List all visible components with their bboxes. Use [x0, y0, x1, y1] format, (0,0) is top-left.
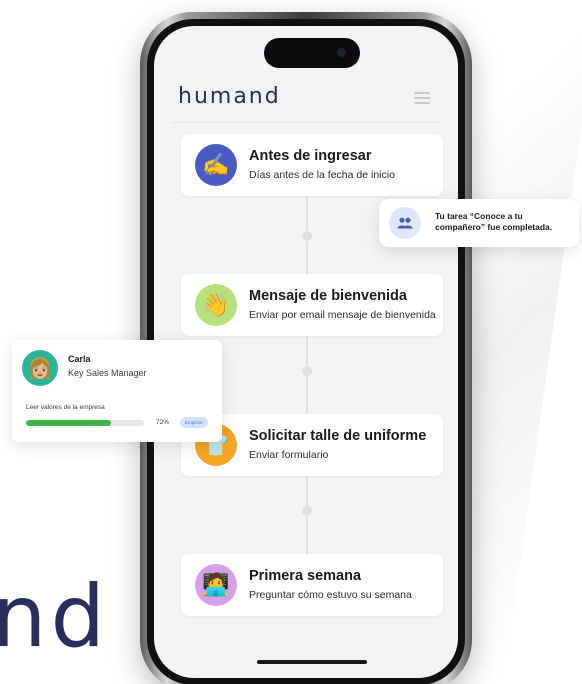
- progress-percent: 72%: [156, 419, 170, 426]
- task-completed-notification[interactable]: Tu tarea “Conoce a tu compañero” fue com…: [379, 199, 579, 247]
- task-label: Leer valores de la empresa: [26, 404, 105, 411]
- step-subtitle: Días antes de la fecha de inicio: [249, 169, 395, 181]
- step-card-mensaje-de-bienvenida[interactable]: 👋 Mensaje de bienvenida Enviar por email…: [181, 274, 443, 336]
- step-title: Primera semana: [249, 568, 362, 584]
- step-card-antes-de-ingresar[interactable]: ✍️ Antes de ingresar Días antes de la fe…: [181, 134, 443, 196]
- profile-name: Carla: [68, 354, 91, 364]
- progress-fill: [26, 420, 111, 426]
- avatar: 👩🏼: [22, 350, 58, 386]
- hamburger-icon[interactable]: [414, 92, 430, 107]
- header-divider: [172, 122, 440, 123]
- app-logo: humand: [178, 84, 281, 109]
- step-title: Solicitar talle de uniforme: [249, 428, 427, 444]
- waving-hand-icon: 👋: [195, 284, 237, 326]
- step-title: Antes de ingresar: [249, 148, 372, 164]
- step-card-primera-semana[interactable]: 🧑‍💻 Primera semana Preguntar cómo estuvo…: [181, 554, 443, 616]
- step-subtitle: Preguntar cómo estuvo su semana: [249, 589, 412, 601]
- employee-profile-card[interactable]: 👩🏼 Carla Key Sales Manager Leer valores …: [12, 340, 222, 442]
- task-progress-bar: [26, 420, 144, 426]
- timeline-dot: [302, 231, 312, 241]
- marketing-stage: humand ✍️ Antes de ingresar Días antes d…: [0, 0, 582, 684]
- writing-hand-icon: ✍️: [195, 144, 237, 186]
- step-subtitle: Enviar por email mensaje de bienvenida: [249, 309, 436, 321]
- person-laptop-icon: 🧑‍💻: [195, 564, 237, 606]
- home-indicator[interactable]: [257, 660, 367, 664]
- people-icon: [389, 207, 421, 239]
- brand-wordmark-fragment: nd: [0, 567, 110, 667]
- status-badge[interactable]: Empezar: [180, 417, 209, 428]
- dynamic-island: [264, 38, 360, 68]
- step-title: Mensaje de bienvenida: [249, 288, 407, 304]
- profile-role: Key Sales Manager: [68, 368, 147, 378]
- notification-text: Tu tarea “Conoce a tu compañero” fue com…: [435, 211, 553, 232]
- timeline-dot: [302, 506, 312, 516]
- timeline-line: [306, 196, 308, 596]
- timeline-dot: [302, 366, 312, 376]
- step-subtitle: Enviar formulario: [249, 449, 329, 461]
